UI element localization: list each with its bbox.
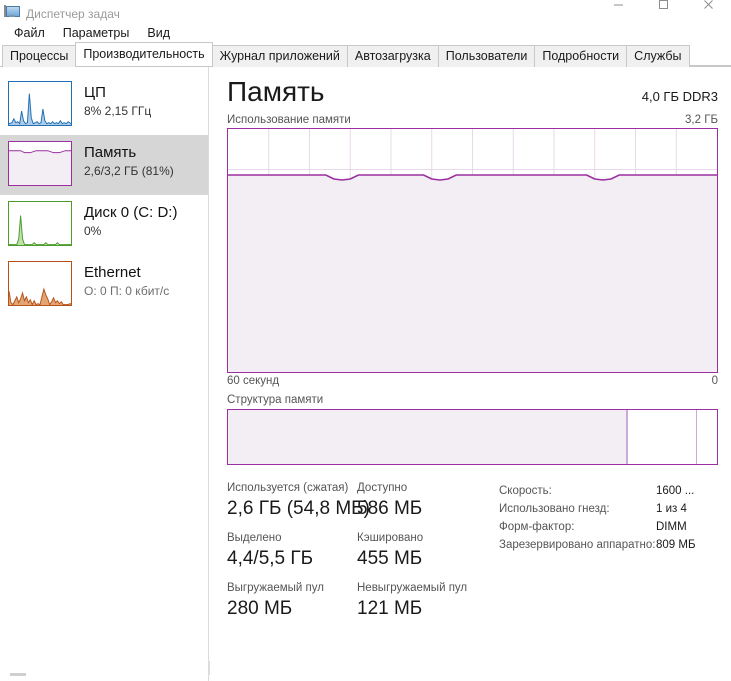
memory-composition-label: Структура памяти: [227, 394, 324, 406]
menu-item-options[interactable]: Параметры: [54, 24, 139, 42]
stat-cached: Кэшировано 455 МБ: [357, 531, 477, 572]
chart-header: Использование памяти 3,2 ГБ: [227, 114, 718, 126]
stat-nonpaged-pool: Невыгружаемый пул 121 МБ: [357, 581, 477, 622]
stat-paged-pool-label: Выгружаемый пул: [227, 582, 324, 594]
memory-statistics: Используется (сжатая) 2,6 ГБ (54,8 МБ) Д…: [227, 481, 718, 631]
ethernet-thumbnail-graph: [8, 261, 72, 306]
stat-cached-label: Кэшировано: [357, 532, 424, 544]
info-form-factor-value: DIMM: [656, 521, 687, 533]
stat-available: Доступно 586 МБ: [357, 481, 477, 522]
info-slots-value: 1 из 4: [656, 503, 687, 515]
info-row-slots: Использовано гнезд: 1 из 4: [499, 500, 696, 518]
menu-item-view[interactable]: Вид: [138, 24, 179, 42]
sidebar-item-disk[interactable]: Диск 0 (C: D:) 0%: [0, 195, 208, 255]
tab-filler: [688, 44, 731, 66]
chart-max-label: 3,2 ГБ: [685, 114, 718, 126]
stat-available-value: 586 МБ: [357, 498, 423, 519]
tab-bar: Процессы Производительность Журнал прило…: [0, 42, 731, 67]
title-bar: Диспетчер задач: [0, 0, 731, 22]
tab-performance[interactable]: Производительность: [75, 42, 213, 66]
menu-bar: Файл Параметры Вид: [0, 22, 731, 44]
stat-paged-pool: Выгружаемый пул 280 МБ: [227, 581, 357, 622]
maximize-button[interactable]: [641, 0, 686, 18]
memory-statistics-left: Используется (сжатая) 2,6 ГБ (54,8 МБ) Д…: [227, 481, 485, 631]
panel-header: Память 4,0 ГБ DDR3: [227, 75, 718, 109]
stat-committed-label: Выделено: [227, 532, 282, 544]
stat-nonpaged-pool-label: Невыгружаемый пул: [357, 582, 468, 594]
info-form-factor-key: Форм-фактор:: [499, 521, 575, 533]
memory-thumbnail-graph: [8, 141, 72, 186]
sidebar-item-memory-title: Память: [84, 144, 137, 161]
stat-available-label: Доступно: [357, 482, 408, 494]
sidebar-item-disk-title: Диск 0 (C: D:): [84, 204, 178, 221]
memory-usage-chart: [227, 128, 718, 373]
cpu-thumbnail-graph: [8, 81, 72, 126]
composition-segment-modified[interactable]: [628, 410, 698, 464]
page-title: Память: [227, 76, 325, 107]
chart-area-fill: [228, 175, 717, 372]
memory-usage-chart-svg: [228, 129, 717, 372]
stat-cached-value: 455 МБ: [357, 548, 423, 569]
sidebar-item-cpu[interactable]: ЦП 8% 2,15 ГГц: [0, 75, 208, 135]
tab-services[interactable]: Службы: [626, 45, 690, 67]
stat-row-2: Выделено 4,4/5,5 ГБ Кэшировано 455 МБ: [227, 531, 485, 572]
window-title: Диспетчер задач: [26, 7, 120, 21]
sidebar-item-disk-subtitle: 0%: [84, 224, 102, 238]
hardware-summary: 4,0 ГБ DDR3: [641, 89, 718, 104]
sidebar-item-memory-subtitle: 2,6/3,2 ГБ (81%): [84, 164, 174, 178]
sidebar-item-memory[interactable]: Память 2,6/3,2 ГБ (81%): [0, 135, 208, 195]
task-manager-icon: [4, 4, 20, 20]
window-controls: [596, 0, 731, 18]
composition-segment-free[interactable]: [697, 410, 717, 464]
info-row-hardware-reserved: Зарезервировано аппаратно: 809 МБ: [499, 536, 696, 554]
memory-composition-bar[interactable]: [227, 409, 718, 465]
memory-statistics-right: Скорость: 1600 ... Использовано гнезд: 1…: [499, 481, 696, 631]
chart-axis-left-label: 60 секунд: [227, 375, 280, 387]
stat-paged-pool-value: 280 МБ: [227, 598, 293, 619]
stat-row-3: Выгружаемый пул 280 МБ Невыгружаемый пул…: [227, 581, 485, 622]
memory-detail-panel: Память 4,0 ГБ DDR3 Использование памяти …: [209, 67, 731, 681]
composition-segment-in-use[interactable]: [228, 410, 628, 464]
menu-item-file[interactable]: Файл: [5, 24, 54, 42]
tab-startup[interactable]: Автозагрузка: [346, 45, 439, 67]
disk-thumbnail-graph: [8, 201, 72, 246]
chart-axis-labels: 60 секунд 0: [227, 375, 718, 387]
content-area: ЦП 8% 2,15 ГГц Память 2,6/3,2 ГБ (81%) Д…: [0, 67, 731, 681]
info-speed-key: Скорость:: [499, 485, 552, 497]
stat-in-use-value: 2,6 ГБ (54,8 МБ): [227, 498, 370, 519]
stat-committed: Выделено 4,4/5,5 ГБ: [227, 531, 357, 572]
window-bottom-strip: [0, 661, 731, 681]
info-speed-value: 1600 ...: [656, 485, 695, 497]
sidebar-item-ethernet-title: Ethernet: [84, 264, 141, 281]
sidebar-item-cpu-subtitle: 8% 2,15 ГГц: [84, 104, 152, 118]
tab-app-history[interactable]: Журнал приложений: [211, 45, 348, 67]
stat-nonpaged-pool-value: 121 МБ: [357, 598, 423, 619]
info-hardware-reserved-key: Зарезервировано аппаратно:: [499, 539, 656, 551]
sidebar-divider-bottom: [209, 661, 210, 675]
tab-details[interactable]: Подробности: [534, 45, 628, 67]
stat-committed-value: 4,4/5,5 ГБ: [227, 548, 314, 569]
info-slots-key: Использовано гнезд:: [499, 503, 610, 515]
stat-row-1: Используется (сжатая) 2,6 ГБ (54,8 МБ) Д…: [227, 481, 485, 522]
fewer-details-indicator[interactable]: [10, 673, 26, 676]
info-hardware-reserved-value: 809 МБ: [656, 539, 696, 551]
sidebar-item-cpu-title: ЦП: [84, 84, 106, 101]
tab-processes[interactable]: Процессы: [2, 45, 77, 67]
stat-in-use: Используется (сжатая) 2,6 ГБ (54,8 МБ): [227, 481, 370, 522]
tab-users[interactable]: Пользователи: [437, 45, 536, 67]
stat-in-use-label: Используется (сжатая): [227, 482, 349, 494]
chart-axis-right-label: 0: [711, 375, 718, 387]
info-row-form-factor: Форм-фактор: DIMM: [499, 518, 696, 536]
chart-title: Использование памяти: [227, 114, 351, 126]
resource-sidebar: ЦП 8% 2,15 ГГц Память 2,6/3,2 ГБ (81%) Д…: [0, 67, 209, 681]
minimize-button[interactable]: [596, 0, 641, 18]
close-button[interactable]: [686, 0, 731, 18]
sidebar-item-ethernet[interactable]: Ethernet О: 0 П: 0 кбит/с: [0, 255, 208, 315]
info-row-speed: Скорость: 1600 ...: [499, 482, 696, 500]
sidebar-item-ethernet-subtitle: О: 0 П: 0 кбит/с: [84, 284, 170, 298]
